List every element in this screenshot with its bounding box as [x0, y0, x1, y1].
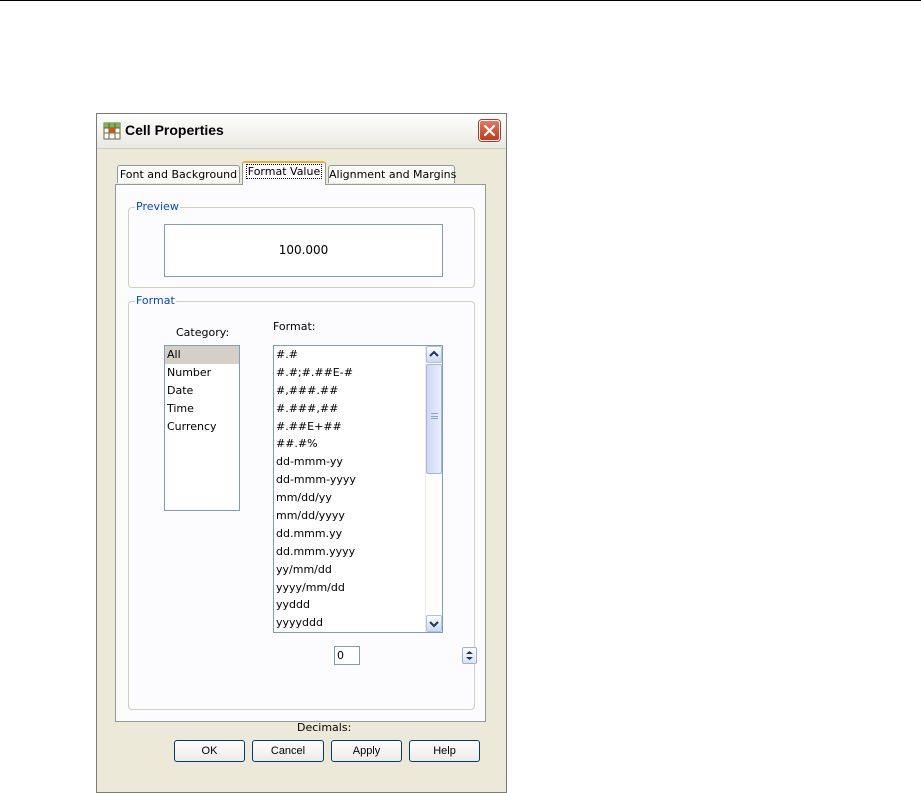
ok-button[interactable]: OK: [174, 740, 245, 762]
format-item[interactable]: yyddd: [274, 596, 442, 614]
spin-arrows-icon: [466, 651, 473, 660]
tab-label: Font and Background: [119, 168, 238, 181]
category-item-time[interactable]: Time: [165, 400, 239, 418]
title-bar[interactable]: Cell Properties: [97, 114, 506, 149]
help-button[interactable]: Help: [409, 740, 480, 762]
close-icon: [483, 124, 496, 137]
tab-label: Format Value: [245, 164, 323, 179]
format-item[interactable]: #.#: [274, 346, 442, 364]
tab-label: Alignment and Margins: [329, 168, 457, 181]
format-item[interactable]: #,###.##: [274, 382, 442, 400]
chevron-up-icon: [429, 350, 439, 357]
category-item-currency[interactable]: Currency: [165, 418, 239, 436]
close-button[interactable]: [479, 120, 500, 141]
format-label: Format:: [273, 320, 316, 333]
format-item[interactable]: #.###,##: [274, 400, 442, 418]
decimals-input[interactable]: 0: [334, 646, 360, 665]
decimals-label: Decimals:: [297, 721, 352, 734]
apply-button[interactable]: Apply: [331, 740, 402, 762]
category-item-date[interactable]: Date: [165, 382, 239, 400]
cell-properties-dialog: Cell Properties Font and Background Form…: [96, 113, 507, 793]
format-item[interactable]: mm/dd/yyyy: [274, 507, 442, 525]
cell-properties-icon: [103, 122, 121, 140]
format-listbox[interactable]: #.# #.#;#.##E-# #,###.## #.###,## #.##E+…: [273, 345, 443, 633]
format-item[interactable]: yyyy/mm/dd: [274, 579, 442, 597]
tab-alignment-and-margins[interactable]: Alignment and Margins: [328, 165, 457, 183]
format-item[interactable]: yy/mm/dd: [274, 561, 442, 579]
format-item[interactable]: dd-mmm-yyyy: [274, 471, 442, 489]
category-item-number[interactable]: Number: [165, 364, 239, 382]
format-item[interactable]: yyyyddd: [274, 614, 442, 632]
tab-font-and-background[interactable]: Font and Background: [117, 165, 240, 183]
category-label: Category:: [176, 326, 230, 339]
format-legend: Format: [135, 294, 176, 307]
decimals-spinner[interactable]: [462, 647, 477, 664]
chevron-down-icon: [429, 621, 439, 628]
preview-display: 100.000: [164, 224, 443, 277]
cancel-button[interactable]: Cancel: [252, 740, 324, 762]
format-item[interactable]: dd.mmm.yy: [274, 525, 442, 543]
format-item[interactable]: #.##E+##: [274, 418, 442, 436]
scroll-down-button[interactable]: [426, 615, 442, 632]
format-item[interactable]: dd-mmm-yy: [274, 453, 442, 471]
category-item-all[interactable]: All: [165, 346, 239, 364]
scroll-grip-icon: [431, 413, 438, 419]
format-item[interactable]: ##.#%: [274, 435, 442, 453]
format-item[interactable]: dd.mmm.yyyy: [274, 543, 442, 561]
format-item[interactable]: #.#;#.##E-#: [274, 364, 442, 382]
dialog-title: Cell Properties: [125, 122, 224, 138]
tab-format-value[interactable]: Format Value: [242, 161, 326, 185]
scroll-thumb[interactable]: [426, 364, 442, 474]
preview-legend: Preview: [135, 200, 180, 213]
category-listbox[interactable]: All Number Date Time Currency: [164, 345, 240, 511]
tab-panel-format-value: Preview 100.000 Format Category: Format:…: [115, 184, 486, 734]
scroll-up-button[interactable]: [426, 346, 442, 363]
format-item[interactable]: mm/dd/yy: [274, 489, 442, 507]
top-rule: [0, 0, 921, 1]
format-list-scrollbar[interactable]: [425, 346, 442, 632]
